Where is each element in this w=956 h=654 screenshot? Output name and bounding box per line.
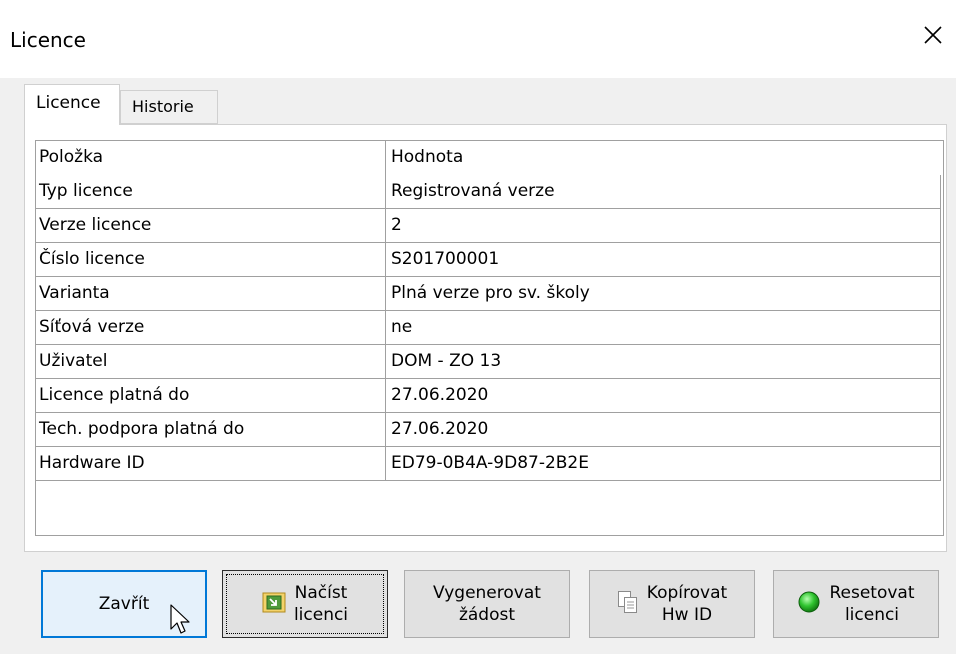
copy-hwid-label-line1: Kopírovat	[646, 583, 728, 603]
column-header-value[interactable]: Hodnota	[386, 141, 941, 175]
row-label: Varianta	[36, 277, 386, 311]
row-label: Verze licence	[36, 209, 386, 243]
row-label: Typ licence	[36, 175, 386, 209]
table-row[interactable]: Licence platná do 27.06.2020	[36, 379, 941, 413]
row-value: Registrovaná verze	[386, 175, 941, 209]
title-bar: Licence	[0, 0, 956, 78]
tab-historie[interactable]: Historie	[120, 90, 218, 124]
table-row[interactable]: Síťová verze ne	[36, 311, 941, 345]
row-label: Uživatel	[36, 345, 386, 379]
load-licence-label: Načíst licenci	[294, 582, 348, 626]
load-licence-label-line1: Načíst	[294, 583, 348, 603]
grid-header-row: Položka Hodnota	[36, 141, 941, 175]
row-label: Síťová verze	[36, 311, 386, 345]
copy-hwid-button[interactable]: Kopírovat Hw ID	[589, 570, 755, 638]
row-value: ne	[386, 311, 941, 345]
table-row[interactable]: Verze licence 2	[36, 209, 941, 243]
load-licence-label-line2: licenci	[293, 605, 349, 625]
import-icon	[262, 590, 286, 619]
copy-hwid-label: Kopírovat Hw ID	[647, 582, 727, 626]
load-licence-button[interactable]: Načíst licenci	[222, 570, 388, 638]
tab-strip: Licence Historie	[24, 84, 944, 125]
generate-request-label: Vygenerovat žádost	[433, 582, 541, 626]
row-value: DOM - ZO 13	[386, 345, 941, 379]
table-row[interactable]: Tech. podpora platná do 27.06.2020	[36, 413, 941, 447]
table-row[interactable]: Varianta Plná verze pro sv. školy	[36, 277, 941, 311]
reset-licence-label-line2: licenci	[844, 605, 900, 625]
licence-grid[interactable]: Položka Hodnota Typ licence Registrovaná…	[35, 140, 944, 536]
row-label: Licence platná do	[36, 379, 386, 413]
close-button-label: Zavřít	[98, 594, 150, 614]
row-value: S201700001	[386, 243, 941, 277]
close-icon	[924, 26, 942, 44]
row-value: 27.06.2020	[386, 413, 941, 447]
generate-request-label-line2: žádost	[458, 605, 516, 625]
row-label: Číslo licence	[36, 243, 386, 277]
generate-request-button[interactable]: Vygenerovat žádost	[404, 570, 570, 638]
row-label: Hardware ID	[36, 447, 386, 481]
table-row[interactable]: Číslo licence S201700001	[36, 243, 941, 277]
table-row[interactable]: Hardware ID ED79-0B4A-9D87-2B2E	[36, 447, 941, 481]
tab-licence[interactable]: Licence	[24, 84, 120, 125]
reset-licence-label-line1: Resetovat	[829, 583, 915, 603]
row-label: Tech. podpora platná do	[36, 413, 386, 447]
licence-dialog: Licence Licence Historie Položka Hodnota…	[0, 0, 956, 654]
tab-historie-label: Historie	[132, 97, 194, 116]
column-header-item[interactable]: Položka	[36, 141, 386, 175]
tab-licence-label: Licence	[36, 93, 101, 113]
table-row[interactable]: Typ licence Registrovaná verze	[36, 175, 941, 209]
table-row[interactable]: Uživatel DOM - ZO 13	[36, 345, 941, 379]
row-value: 27.06.2020	[386, 379, 941, 413]
generate-request-label-line1: Vygenerovat	[433, 583, 541, 603]
row-value: 2	[386, 209, 941, 243]
close-window-button[interactable]	[910, 12, 956, 58]
window-title: Licence	[10, 28, 86, 52]
row-value: Plná verze pro sv. školy	[386, 277, 941, 311]
reset-licence-button[interactable]: Resetovat licenci	[773, 570, 939, 638]
copy-hwid-label-line2: Hw ID	[661, 605, 713, 625]
close-button[interactable]: Zavřít	[41, 570, 207, 638]
reset-licence-label: Resetovat licenci	[829, 582, 914, 626]
row-value: ED79-0B4A-9D87-2B2E	[386, 447, 941, 481]
green-light-icon	[797, 590, 821, 619]
copy-icon	[617, 590, 639, 619]
